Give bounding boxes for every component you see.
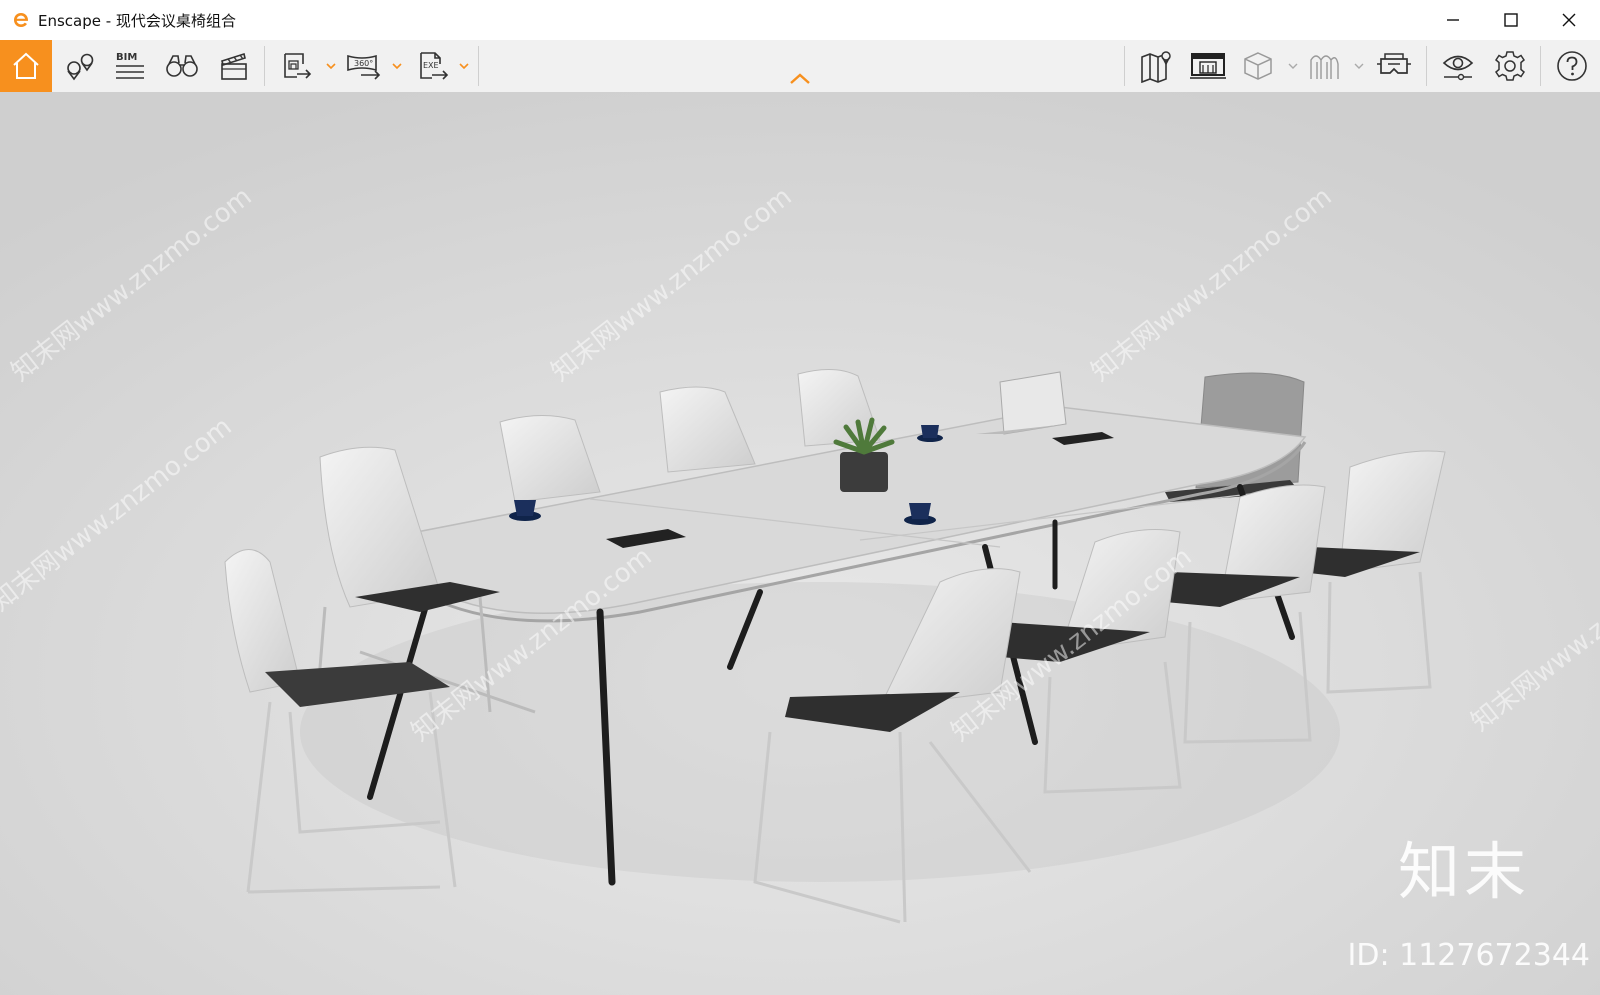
minimize-button[interactable] [1424,0,1482,40]
asset-library-dropdown[interactable] [1288,58,1298,74]
window-title: Enscape - 现代会议桌椅组合 [38,11,236,30]
video-editor-button[interactable] [212,40,256,92]
enscape-logo-icon [14,13,28,27]
home-button[interactable] [0,40,52,92]
chevron-down-icon [326,63,336,70]
export-image-dropdown[interactable] [326,58,336,74]
visual-settings-button[interactable] [1436,40,1480,92]
clapperboard-icon [221,52,247,80]
close-button[interactable] [1540,0,1598,40]
asset-library-button[interactable] [1238,40,1278,92]
title-bar: Enscape - 现代会议桌椅组合 [0,0,1600,40]
home-icon [13,52,39,79]
export-image-button[interactable] [276,40,316,92]
export-exe-button[interactable]: EXE [410,40,454,92]
chevron-up-icon[interactable] [788,71,812,87]
map-icon [1141,51,1171,83]
vr-headset-button[interactable] [1372,40,1416,92]
vr-headset-icon [1377,53,1411,74]
toolbar-separator [1124,46,1125,86]
eye-settings-icon [1442,55,1474,81]
cube-icon [1244,52,1272,80]
settings-button[interactable] [1488,40,1532,92]
material-editor-dropdown[interactable] [1354,58,1364,74]
toolbar-separator [1426,46,1427,86]
chevron-down-icon [459,63,469,70]
binoculars-button[interactable] [160,40,204,92]
conference-scene: 知末网www.znzmo.com 知末网www.znzmo.com 知末网www… [0,92,1600,995]
views-button[interactable] [58,40,102,92]
bim-icon: BIM [116,52,144,79]
material-editor-button[interactable] [1304,40,1344,92]
location-pins-icon [67,53,94,81]
render-viewport[interactable]: 知末网www.znzmo.com 知末网www.znzmo.com 知末网www… [0,92,1600,995]
chevron-down-icon [392,63,402,70]
web-standalone-button[interactable] [1186,40,1230,92]
minimize-icon [1447,19,1459,21]
export-exe-label: EXE [423,61,439,70]
arches-icon [1310,55,1339,79]
chevron-down-icon [1288,63,1298,69]
export-360-dropdown[interactable] [392,58,402,74]
export-exe-dropdown[interactable] [459,58,469,74]
binoculars-icon [166,55,198,77]
toolbar-separator [264,46,265,86]
maximize-button[interactable] [1482,0,1540,40]
chevron-down-icon [1354,63,1364,69]
toolbar-separator [1540,46,1541,86]
export-360-button[interactable]: 360° [342,40,386,92]
toolbar-separator [478,46,479,86]
export-360-label: 360° [354,59,373,68]
watermark-brand: 知末 [1397,835,1530,908]
export-360-icon: 360° [347,54,381,80]
gear-icon [1495,51,1525,81]
export-image-icon [284,53,312,79]
bim-button[interactable]: BIM [108,40,152,92]
export-exe-icon: EXE [420,52,449,80]
close-icon [1562,13,1576,27]
watermark-id: ID: 1127672344 [1347,938,1590,973]
map-button[interactable] [1134,40,1178,92]
bim-label: BIM [116,52,137,63]
maximize-icon [1504,13,1518,27]
help-button[interactable] [1550,40,1594,92]
monitor-building-icon [1190,53,1226,79]
help-icon [1557,51,1587,81]
